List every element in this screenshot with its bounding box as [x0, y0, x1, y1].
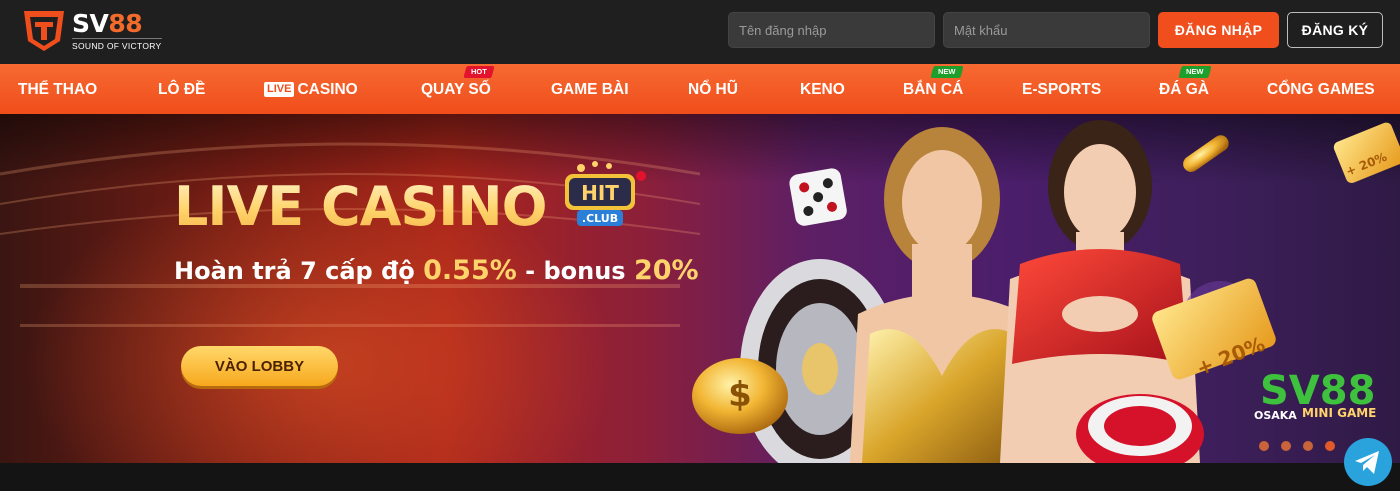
nav-item-live-casino[interactable]: LIVE CASINO	[264, 64, 358, 114]
watermark-sub: OSAKA	[1254, 409, 1297, 422]
register-button[interactable]: ĐĂNG KÝ	[1287, 12, 1383, 48]
login-button[interactable]: ĐĂNG NHẬP	[1158, 12, 1279, 48]
nav-item-label: CASINO	[297, 81, 358, 98]
logo-tagline: SOUND OF VICTORY	[72, 38, 162, 51]
mini-game-text: MINI GAME	[1302, 406, 1376, 420]
main-nav: THỂ THAO LÔ ĐỀ LIVE CASINO HOT QUAY SỐ GA…	[0, 64, 1400, 114]
username-input[interactable]	[728, 12, 935, 48]
bonus-rate: 20%	[633, 255, 699, 286]
banner-title: LIVE CASINO	[174, 175, 547, 238]
header: SV88 SOUND OF VICTORY ĐĂNG NHẬP ĐĂNG KÝ	[0, 0, 1400, 64]
nav-item-quay-so[interactable]: QUAY SỐ	[421, 64, 491, 114]
nav-item-esports[interactable]: E-SPORTS	[1022, 64, 1101, 114]
live-badge: LIVE	[264, 82, 295, 97]
nav-item-slots[interactable]: NỔ HŨ	[688, 64, 738, 114]
telegram-icon[interactable]	[1344, 438, 1392, 486]
hit-club-logo: HIT .CLUB	[565, 161, 646, 226]
nav-item-sports[interactable]: THỂ THAO	[18, 64, 97, 114]
sv88-shield-icon	[24, 11, 64, 51]
svg-text:HIT: HIT	[581, 181, 619, 205]
logo-wordmark: SV88	[72, 9, 143, 38]
nav-item-lottery[interactable]: LÔ ĐỀ	[158, 64, 205, 114]
nav-item-fishing[interactable]: BẮN CÁ	[903, 64, 963, 114]
casino-promo-artwork: $ + 20% + 20% SV88 OSAKA MINI GAME	[692, 120, 1400, 463]
paper-plane-icon	[1355, 451, 1379, 474]
rebate-rate: 0.55%	[423, 255, 517, 286]
banner-subtitle: Hoàn trả 7 cấp độ 0.55% - bonus 20%	[174, 255, 699, 287]
nav-item-game-bai[interactable]: GAME BÀI	[551, 64, 629, 114]
subtitle-prefix: Hoàn trả 7 cấp độ	[174, 257, 415, 285]
svg-text:$: $	[728, 375, 752, 415]
hero-banner[interactable]: $ + 20% + 20% SV88 OSAKA MINI GAME LIVE …	[0, 114, 1400, 463]
nav-item-keno[interactable]: KENO	[800, 64, 845, 114]
password-input[interactable]	[943, 12, 1150, 48]
nav-item-game-portal[interactable]: CỔNG GAMES	[1267, 64, 1375, 114]
subtitle-mid: - bonus	[525, 257, 626, 285]
enter-lobby-button[interactable]: VÀO LOBBY	[181, 346, 338, 386]
footer-strip	[0, 463, 1400, 478]
svg-text:.CLUB: .CLUB	[582, 212, 618, 225]
brand-logo[interactable]: SV88 SOUND OF VICTORY	[22, 8, 162, 54]
nav-item-cockfight[interactable]: ĐÁ GÀ	[1159, 64, 1209, 114]
